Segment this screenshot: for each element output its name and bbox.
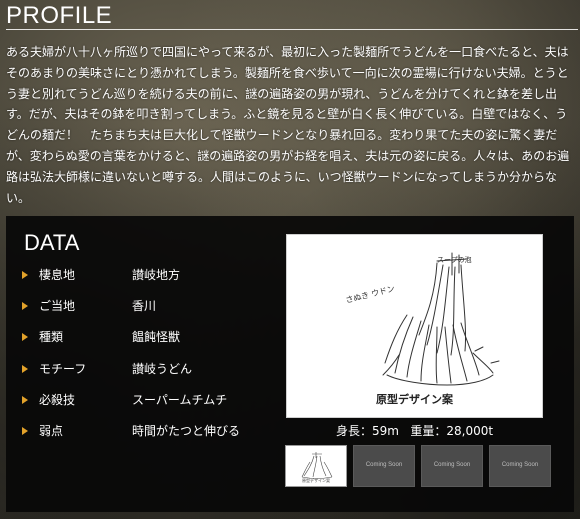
thumbnail-coming-soon-3[interactable]: Coming Soon bbox=[489, 445, 551, 487]
data-row-weakness: 弱点 時間がたつと伸びる bbox=[22, 420, 278, 451]
design-sketch-image: さぬき ウドン スープの泡 原型デザイン案 bbox=[286, 234, 543, 418]
bullet-arrow-icon bbox=[22, 302, 28, 311]
thumbnail-coming-soon-1[interactable]: Coming Soon bbox=[353, 445, 415, 487]
bullet-arrow-icon bbox=[22, 364, 28, 373]
profile-divider bbox=[6, 29, 578, 30]
data-value: 香川 bbox=[132, 299, 157, 314]
size-stats: 身長：59m 重量：28,000t bbox=[286, 422, 543, 439]
data-value: 饂飩怪獣 bbox=[132, 330, 181, 345]
coming-soon-label: Coming Soon bbox=[501, 462, 539, 468]
data-row-special-move: 必殺技 スーパームチムチ bbox=[22, 389, 278, 420]
data-value: 讃岐うどん bbox=[132, 361, 193, 376]
profile-description: ある夫婦が八十八ヶ所巡りで四国にやって来るが、最初に入った製麺所でうどんを一口食… bbox=[6, 45, 570, 205]
coming-soon-label: Coming Soon bbox=[365, 462, 403, 468]
data-label: 必殺技 bbox=[39, 392, 76, 407]
data-heading: DATA bbox=[24, 230, 80, 255]
data-label: ご当地 bbox=[39, 299, 76, 314]
bullet-arrow-icon bbox=[22, 395, 28, 404]
data-value: 讃岐地方 bbox=[132, 268, 181, 282]
sketch-note-right: スープの泡 bbox=[437, 256, 472, 264]
data-row-habitat: 棲息地 讃岐地方 bbox=[22, 264, 278, 295]
profile-heading: PROFILE bbox=[6, 2, 113, 29]
data-value: スーパームチムチ bbox=[132, 392, 228, 407]
data-label: 種類 bbox=[39, 330, 64, 345]
thumbnail-caption: 原型デザイン案 bbox=[302, 478, 330, 483]
data-row-type: 種類 饂飩怪獣 bbox=[22, 326, 278, 357]
thumbnail-coming-soon-2[interactable]: Coming Soon bbox=[421, 445, 483, 487]
bullet-arrow-icon bbox=[22, 333, 28, 342]
data-row-local: ご当地 香川 bbox=[22, 295, 278, 326]
data-value: 時間がたつと伸びる bbox=[132, 423, 241, 438]
data-label: モチーフ bbox=[39, 361, 87, 376]
thumbnail-strip: 原型デザイン案 Coming Soon Coming Soon Coming S… bbox=[285, 445, 551, 488]
data-label: 弱点 bbox=[39, 423, 64, 438]
weight-stat: 重量：28,000t bbox=[410, 424, 494, 438]
data-label: 棲息地 bbox=[39, 268, 76, 282]
data-panel: DATA 棲息地 讃岐地方 ご当地 香川 種類 饂飩怪獣 モチーフ 讃岐うどん … bbox=[6, 216, 574, 512]
bullet-arrow-icon bbox=[22, 426, 28, 435]
bullet-arrow-icon bbox=[22, 271, 28, 279]
thumbnail-design-sketch[interactable]: 原型デザイン案 bbox=[285, 445, 347, 487]
height-stat: 身長：59m bbox=[335, 424, 399, 438]
coming-soon-label: Coming Soon bbox=[433, 462, 471, 468]
data-list: 棲息地 讃岐地方 ご当地 香川 種類 饂飩怪獣 モチーフ 讃岐うどん 必殺技 ス… bbox=[22, 264, 278, 451]
sketch-caption: 原型デザイン案 bbox=[376, 393, 453, 406]
data-row-motif: モチーフ 讃岐うどん bbox=[22, 358, 278, 389]
udon-monster-sketch bbox=[382, 252, 500, 386]
